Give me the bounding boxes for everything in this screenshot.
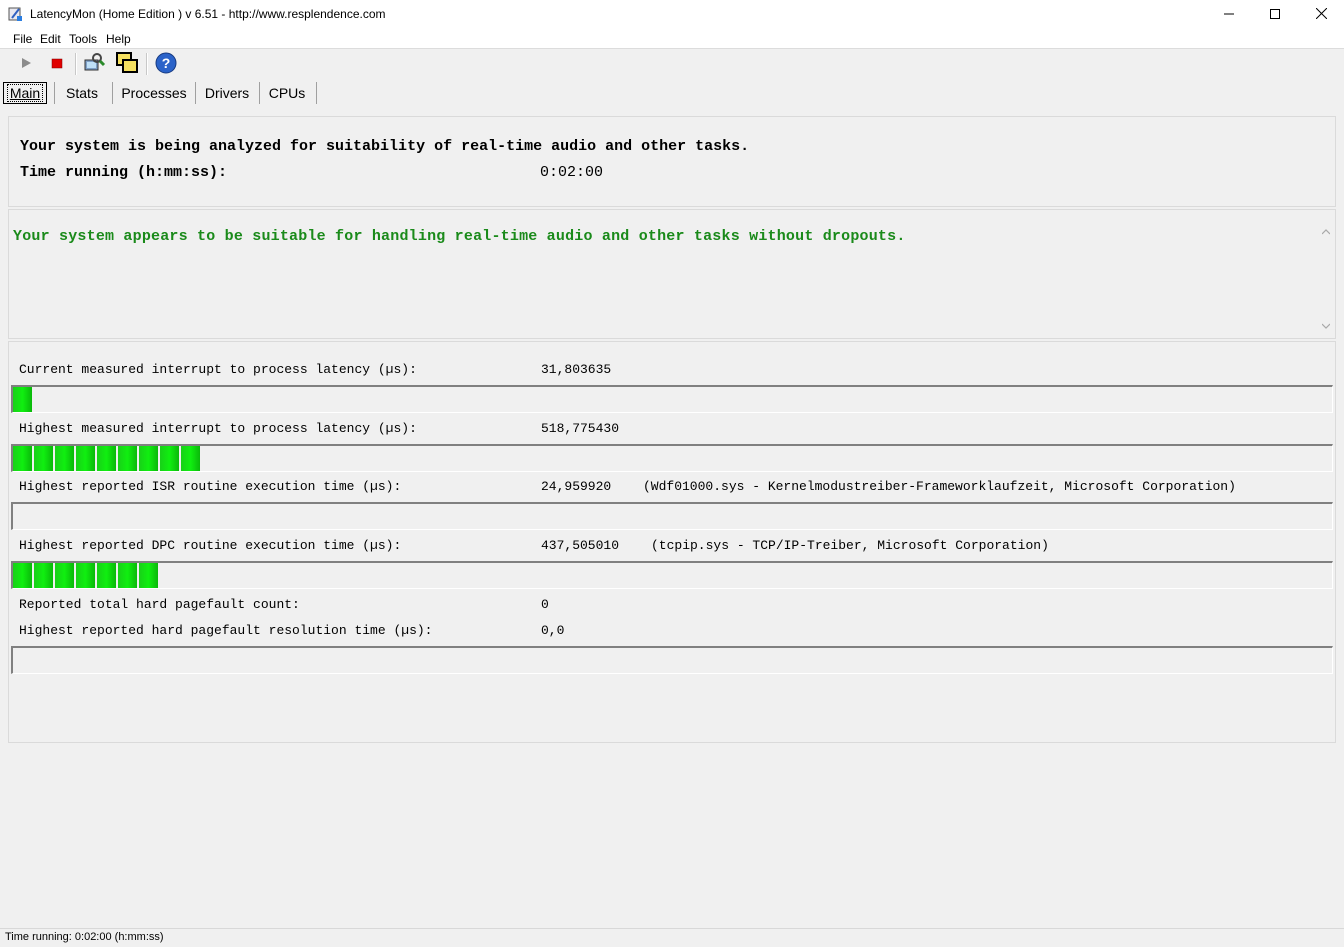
highest-latency-label: Highest measured interrupt to process la… xyxy=(19,421,417,436)
toolbar-separator xyxy=(75,53,77,75)
highest-latency-value: 518,775430 xyxy=(541,421,620,436)
menu-tools[interactable]: Tools xyxy=(69,32,97,46)
windows-icon xyxy=(115,51,139,78)
highest-latency-meter xyxy=(11,444,1333,472)
verdict-scrollbar[interactable] xyxy=(1320,228,1332,332)
tab-stats[interactable]: Stats xyxy=(60,82,104,104)
status-text: Time running: 0:02:00 (h:mm:ss) xyxy=(5,931,164,943)
meter-segment xyxy=(118,563,137,588)
dpc-detail: (tcpip.sys - TCP/IP-Treiber, Microsoft C… xyxy=(651,538,1049,553)
dpc-value: 437,505010 xyxy=(541,538,620,553)
meter-segment xyxy=(55,446,74,471)
meter-segment xyxy=(139,563,158,588)
verdict-text: Your system appears to be suitable for h… xyxy=(13,228,906,245)
current-latency-label: Current measured interrupt to process la… xyxy=(19,362,417,377)
meter-segment xyxy=(97,563,116,588)
tab-separator xyxy=(195,82,196,104)
play-icon xyxy=(19,56,33,73)
close-icon xyxy=(1315,7,1327,22)
tab-bar: Main Stats Processes Drivers CPUs xyxy=(0,80,1344,106)
dpc-meter xyxy=(11,561,1333,589)
maximize-button[interactable] xyxy=(1252,0,1298,29)
menu-edit[interactable]: Edit xyxy=(40,32,61,46)
meter-segment xyxy=(160,446,179,471)
meter-segment xyxy=(55,563,74,588)
stop-button[interactable] xyxy=(45,52,69,76)
tab-separator xyxy=(54,82,55,104)
meter-segment xyxy=(13,563,32,588)
meter-segment xyxy=(76,563,95,588)
toolbar: ? xyxy=(0,49,1344,80)
pagefault-meter xyxy=(11,646,1333,674)
dpc-label: Highest reported DPC routine execution t… xyxy=(19,538,402,553)
minimize-button[interactable] xyxy=(1206,0,1252,29)
tab-separator xyxy=(316,82,317,104)
scroll-down-icon[interactable] xyxy=(1321,322,1331,333)
minimize-icon xyxy=(1224,8,1234,22)
stop-icon xyxy=(50,56,64,73)
pagefault-count-value: 0 xyxy=(541,597,549,612)
scroll-up-icon[interactable] xyxy=(1321,228,1331,239)
meter-segment xyxy=(76,446,95,471)
analysis-panel xyxy=(8,116,1336,207)
time-running-label: Time running (h:mm:ss): xyxy=(20,164,228,181)
analysis-text: Your system is being analyzed for suitab… xyxy=(20,138,750,155)
start-button[interactable] xyxy=(14,52,38,76)
tab-processes[interactable]: Processes xyxy=(119,82,189,104)
current-latency-value: 31,803635 xyxy=(541,362,612,377)
isr-label: Highest reported ISR routine execution t… xyxy=(19,479,402,494)
menu-help[interactable]: Help xyxy=(106,32,131,46)
tab-main-label: Main xyxy=(6,84,44,102)
pagefault-time-label: Highest reported hard pagefault resoluti… xyxy=(19,623,433,638)
tab-separator xyxy=(259,82,260,104)
close-button[interactable] xyxy=(1298,0,1344,29)
app-icon xyxy=(8,6,24,22)
pagefault-count-label: Reported total hard pagefault count: xyxy=(19,597,300,612)
tab-drivers[interactable]: Drivers xyxy=(201,82,253,104)
meter-segment xyxy=(118,446,137,471)
meter-segment xyxy=(13,446,32,471)
time-running-value: 0:02:00 xyxy=(540,164,604,181)
windows-button[interactable] xyxy=(115,51,139,78)
help-icon: ? xyxy=(154,51,178,78)
meter-segment xyxy=(139,446,158,471)
pagefault-time-value: 0,0 xyxy=(541,623,565,638)
dpc-meter-fill xyxy=(13,563,160,588)
isr-detail: (Wdf01000.sys - Kernelmodustreiber-Frame… xyxy=(643,479,1236,494)
meter-segment xyxy=(34,446,53,471)
help-button[interactable]: ? xyxy=(154,52,178,76)
window-title: LatencyMon (Home Edition ) v 6.51 - http… xyxy=(30,7,386,21)
tab-cpus[interactable]: CPUs xyxy=(265,82,309,104)
driver-check-button[interactable] xyxy=(82,52,106,76)
meter-segment xyxy=(97,446,116,471)
status-bar xyxy=(0,928,1344,947)
tab-separator xyxy=(112,82,113,104)
tab-main[interactable]: Main xyxy=(3,82,47,104)
highest-latency-meter-fill xyxy=(13,446,202,471)
isr-meter xyxy=(11,502,1333,530)
toolbar-separator xyxy=(146,53,148,75)
meter-segment xyxy=(13,387,32,412)
menu-bar: File Edit Tools Help xyxy=(0,29,1344,49)
driver-check-icon xyxy=(82,51,106,78)
svg-text:?: ? xyxy=(162,55,171,71)
meter-segment xyxy=(34,563,53,588)
meter-segment xyxy=(181,446,200,471)
isr-value: 24,959920 xyxy=(541,479,612,494)
current-latency-meter xyxy=(11,385,1333,413)
maximize-icon xyxy=(1270,8,1280,22)
current-latency-meter-fill xyxy=(13,387,34,412)
menu-file[interactable]: File xyxy=(13,32,32,46)
